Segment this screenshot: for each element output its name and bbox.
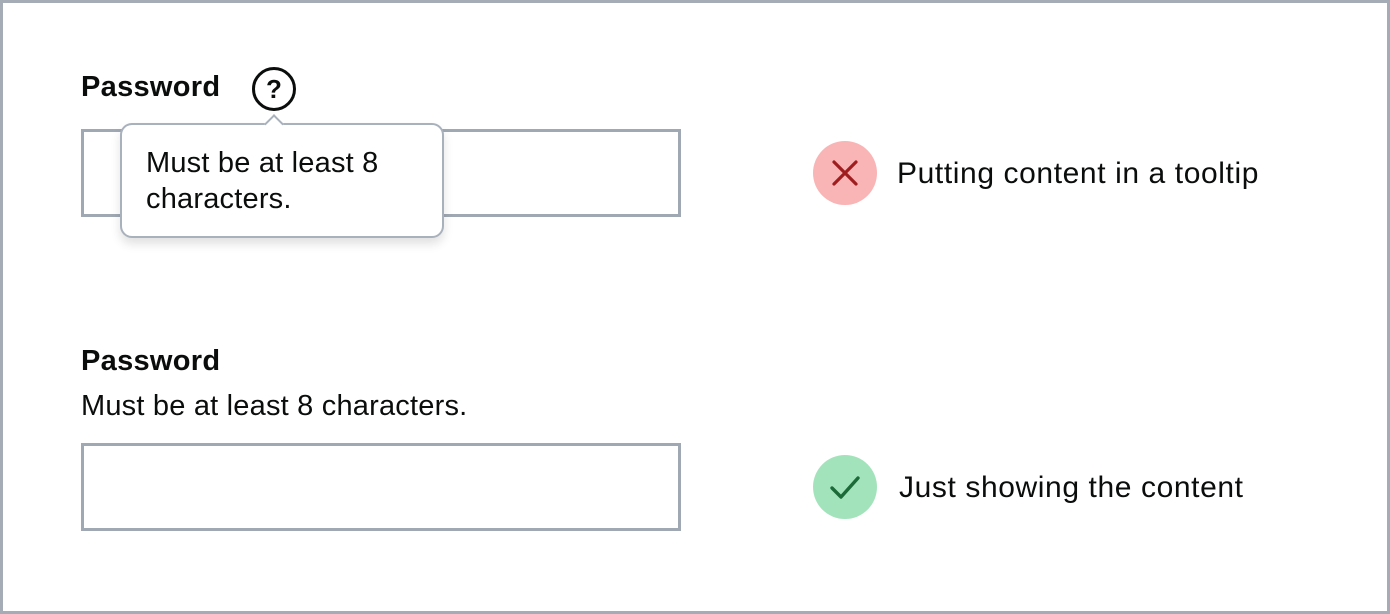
check-icon (813, 455, 877, 519)
password-input[interactable] (81, 443, 681, 531)
password-hint: Must be at least 8 characters. (81, 390, 468, 422)
cross-icon (813, 141, 877, 205)
comparison-panel: Password ? Must be at least 8 characters… (0, 0, 1390, 614)
tooltip: Must be at least 8 characters. (120, 123, 444, 238)
password-label: Password (81, 345, 221, 377)
tooltip-text: Must be at least 8 characters. (146, 147, 379, 215)
bad-example-caption: Putting content in a tooltip (897, 157, 1260, 190)
password-label: Password (81, 71, 221, 103)
good-example-caption: Just showing the content (899, 471, 1244, 504)
help-question-icon[interactable]: ? (252, 67, 296, 111)
